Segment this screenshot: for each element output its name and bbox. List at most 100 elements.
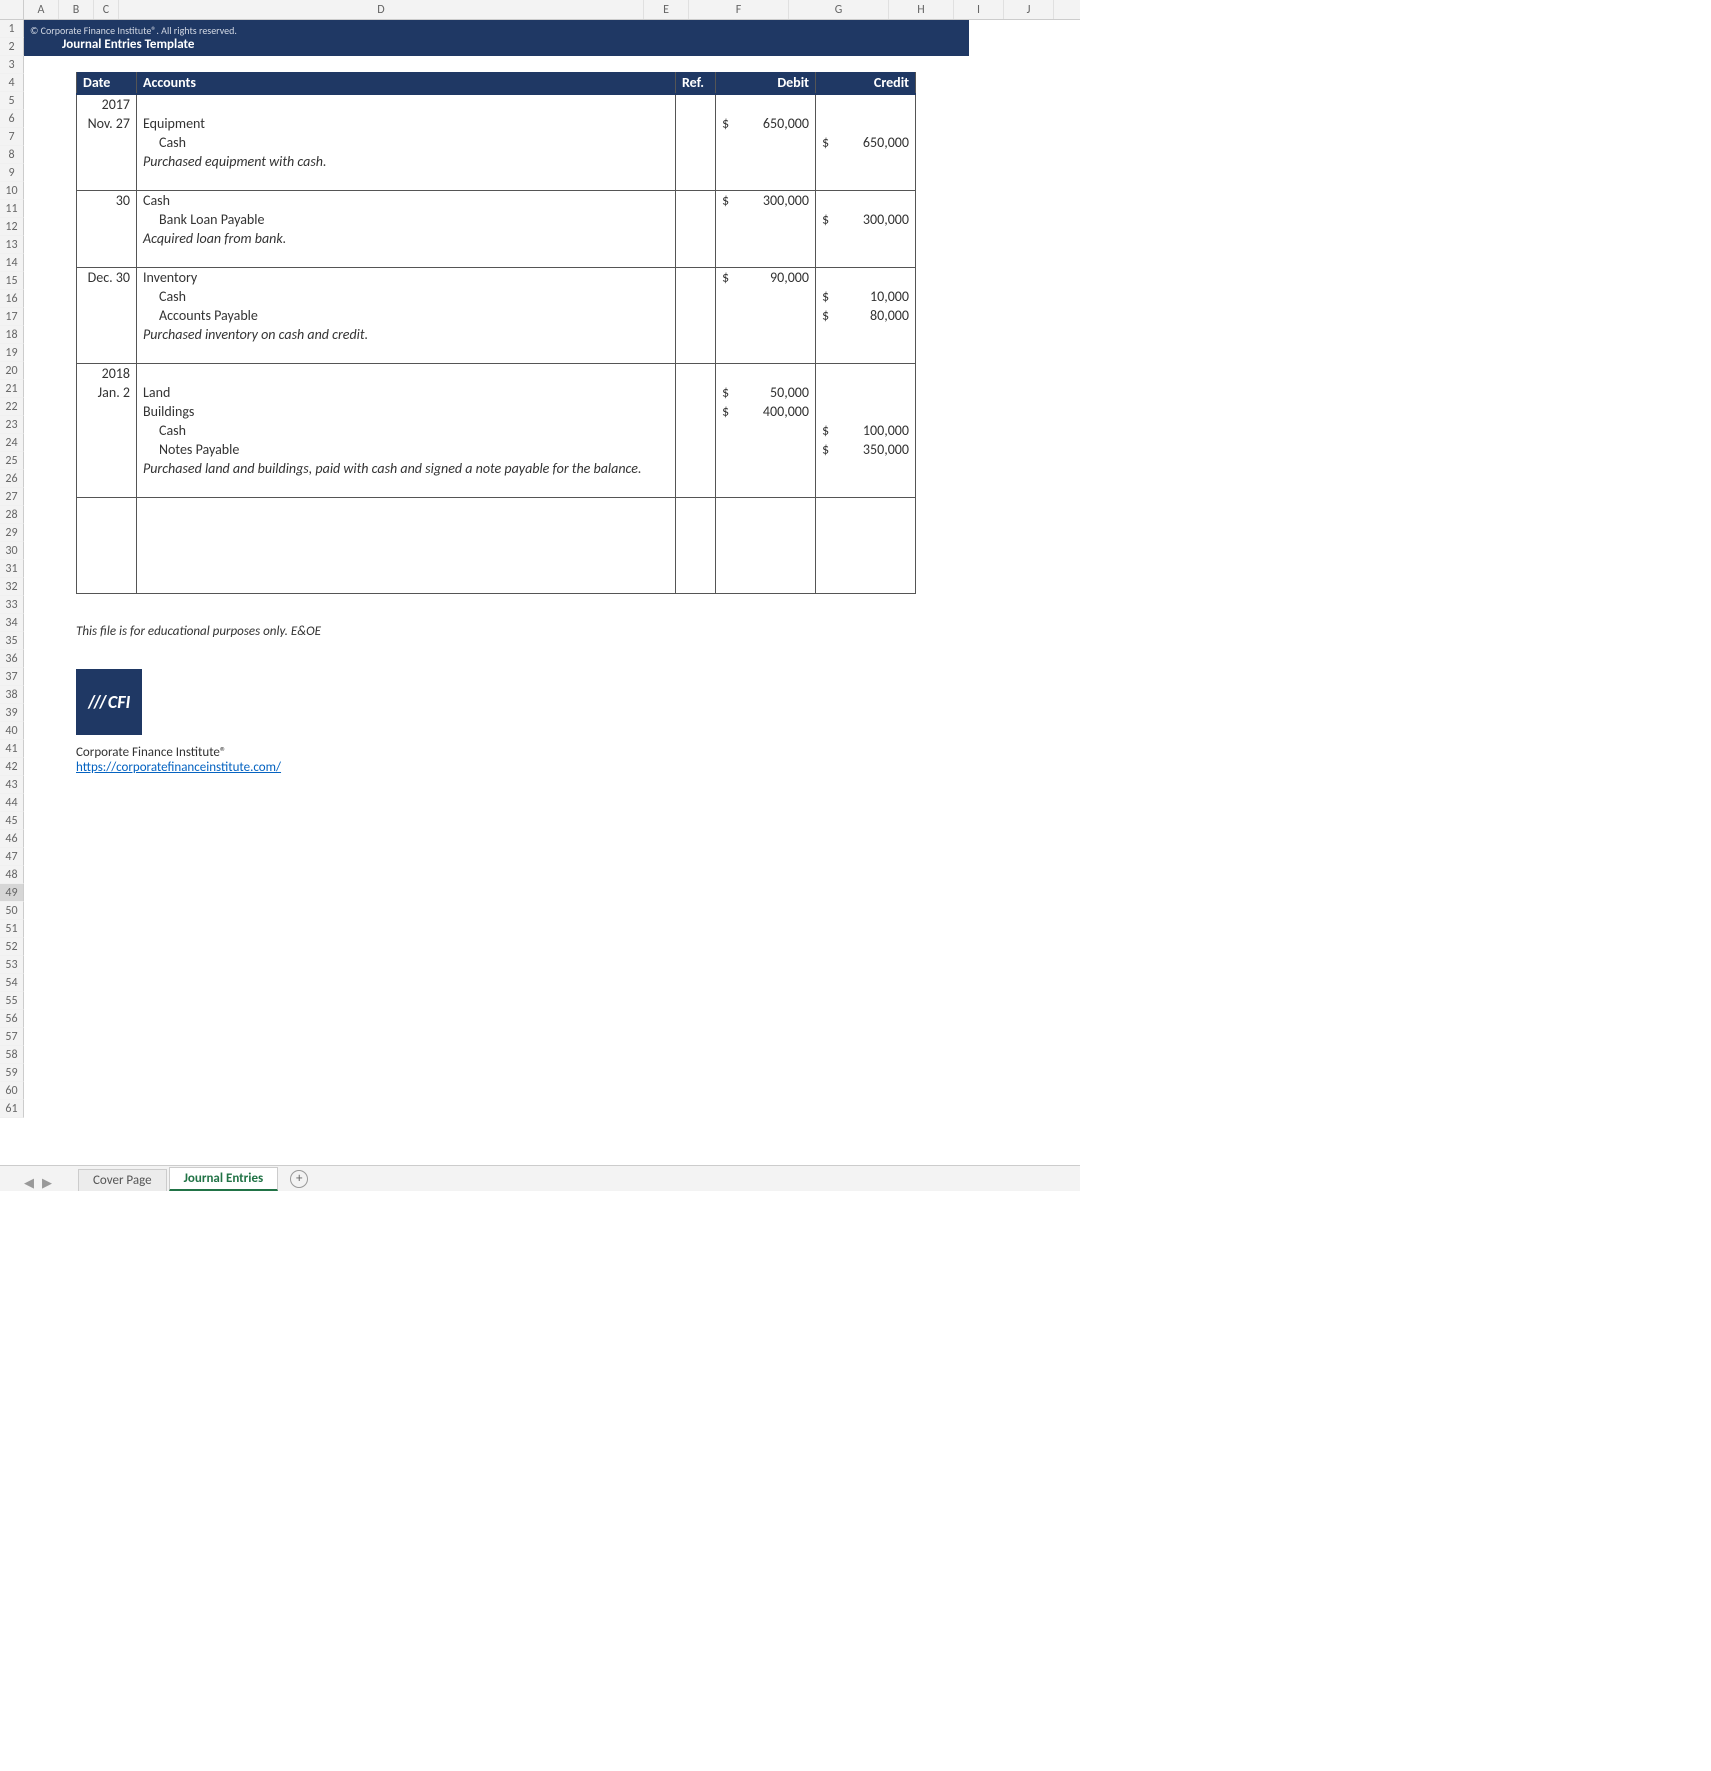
cell[interactable] <box>137 344 676 364</box>
cell[interactable] <box>137 478 676 498</box>
cell[interactable] <box>676 344 716 364</box>
row-header[interactable]: 24 <box>0 434 24 452</box>
ref-cell[interactable] <box>676 229 716 248</box>
debit-cell[interactable] <box>716 133 816 152</box>
cell[interactable] <box>137 555 676 574</box>
cell[interactable] <box>816 248 916 268</box>
row-header[interactable]: 40 <box>0 722 24 740</box>
row-header[interactable]: 8 <box>0 146 24 164</box>
account-cell[interactable]: Bank Loan Payable <box>137 210 676 229</box>
date-cell[interactable] <box>77 402 137 421</box>
cell[interactable] <box>716 344 816 364</box>
row-header[interactable]: 11 <box>0 200 24 218</box>
date-cell[interactable] <box>77 440 137 459</box>
cell[interactable] <box>676 248 716 268</box>
credit-cell[interactable] <box>816 229 916 248</box>
credit-cell[interactable]: $80,000 <box>816 306 916 325</box>
date-cell[interactable] <box>77 229 137 248</box>
account-cell[interactable]: Cash <box>137 287 676 306</box>
tab-journal-entries[interactable]: Journal Entries <box>169 1167 279 1191</box>
cell[interactable] <box>137 536 676 555</box>
ref-cell[interactable] <box>676 152 716 171</box>
row-header[interactable]: 32 <box>0 578 24 596</box>
date-cell[interactable] <box>77 459 137 478</box>
cell[interactable] <box>676 555 716 574</box>
row-header[interactable]: 19 <box>0 344 24 362</box>
cell[interactable] <box>137 248 676 268</box>
debit-cell[interactable]: $50,000 <box>716 383 816 402</box>
cell[interactable] <box>716 364 816 384</box>
date-cell[interactable]: 30 <box>77 191 137 211</box>
cell[interactable] <box>716 248 816 268</box>
cell[interactable] <box>77 344 137 364</box>
row-header[interactable]: 38 <box>0 686 24 704</box>
credit-cell[interactable]: $300,000 <box>816 210 916 229</box>
cell[interactable] <box>816 555 916 574</box>
row-header[interactable]: 55 <box>0 992 24 1010</box>
cell[interactable] <box>137 171 676 191</box>
credit-cell[interactable] <box>816 114 916 133</box>
cell[interactable] <box>816 171 916 191</box>
row-header[interactable]: 58 <box>0 1046 24 1064</box>
cell[interactable] <box>676 517 716 536</box>
cell[interactable] <box>676 364 716 384</box>
debit-cell[interactable] <box>716 421 816 440</box>
row-header[interactable]: 54 <box>0 974 24 992</box>
cell[interactable] <box>77 498 137 518</box>
cell[interactable] <box>77 536 137 555</box>
cell[interactable] <box>77 517 137 536</box>
cell[interactable] <box>716 498 816 518</box>
ref-cell[interactable] <box>676 459 716 478</box>
row-header[interactable]: 23 <box>0 416 24 434</box>
cell[interactable] <box>137 364 676 384</box>
select-all-corner[interactable] <box>0 0 24 20</box>
debit-cell[interactable] <box>716 440 816 459</box>
row-header[interactable]: 9 <box>0 164 24 182</box>
row-header[interactable]: 47 <box>0 848 24 866</box>
row-header[interactable]: 1 <box>0 20 24 38</box>
cell[interactable] <box>816 536 916 555</box>
row-header[interactable]: 28 <box>0 506 24 524</box>
date-cell[interactable] <box>77 287 137 306</box>
date-cell[interactable]: Jan. 2 <box>77 383 137 402</box>
col-header[interactable]: F <box>689 0 789 19</box>
ref-cell[interactable] <box>676 287 716 306</box>
date-cell[interactable]: Dec. 30 <box>77 268 137 288</box>
debit-cell[interactable]: $90,000 <box>716 268 816 288</box>
date-cell[interactable] <box>77 325 137 344</box>
credit-cell[interactable] <box>816 383 916 402</box>
row-header[interactable]: 21 <box>0 380 24 398</box>
ref-cell[interactable] <box>676 114 716 133</box>
cell[interactable] <box>816 498 916 518</box>
account-cell[interactable]: Purchased inventory on cash and credit. <box>137 325 676 344</box>
row-header[interactable]: 34 <box>0 614 24 632</box>
cell[interactable] <box>716 555 816 574</box>
credit-cell[interactable]: $10,000 <box>816 287 916 306</box>
cell[interactable] <box>816 574 916 594</box>
row-header[interactable]: 2 <box>0 38 24 56</box>
cell[interactable] <box>716 478 816 498</box>
cell[interactable] <box>716 536 816 555</box>
credit-cell[interactable] <box>816 268 916 288</box>
cell[interactable] <box>676 574 716 594</box>
date-cell[interactable] <box>77 152 137 171</box>
debit-cell[interactable]: $300,000 <box>716 191 816 211</box>
col-header[interactable]: D <box>119 0 644 19</box>
row-header[interactable]: 20 <box>0 362 24 380</box>
year-cell[interactable]: 2018 <box>77 364 137 384</box>
row-header[interactable]: 7 <box>0 128 24 146</box>
row-header[interactable]: 45 <box>0 812 24 830</box>
row-header[interactable]: 52 <box>0 938 24 956</box>
row-header[interactable]: 42 <box>0 758 24 776</box>
credit-cell[interactable] <box>816 402 916 421</box>
cell[interactable] <box>816 94 916 114</box>
row-header[interactable]: 25 <box>0 452 24 470</box>
row-header[interactable]: 37 <box>0 668 24 686</box>
add-sheet-button[interactable]: + <box>290 1170 308 1188</box>
row-header[interactable]: 18 <box>0 326 24 344</box>
ref-cell[interactable] <box>676 133 716 152</box>
tab-prev-icon[interactable]: ◀ <box>20 1176 38 1191</box>
account-cell[interactable]: Equipment <box>137 114 676 133</box>
account-cell[interactable]: Purchased land and buildings, paid with … <box>137 459 676 478</box>
row-header[interactable]: 46 <box>0 830 24 848</box>
